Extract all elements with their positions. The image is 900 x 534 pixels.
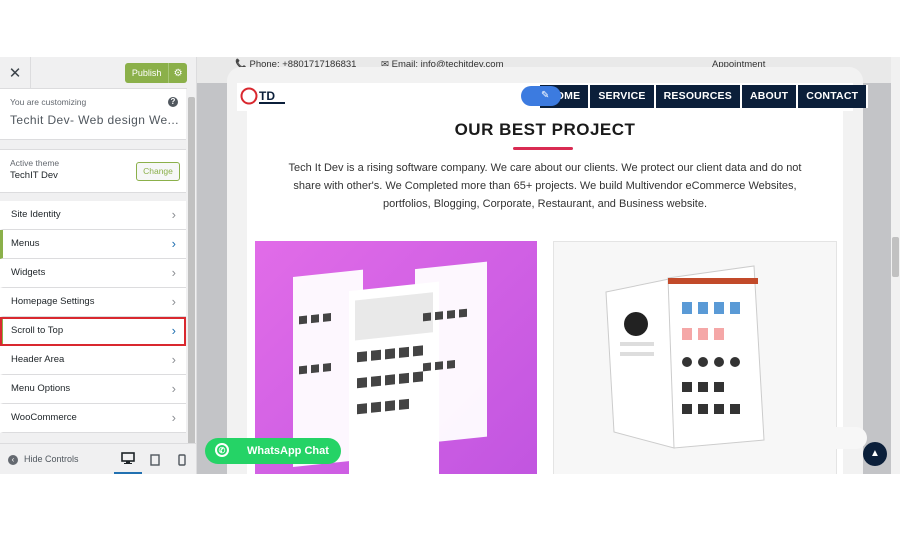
active-theme-label: Active theme xyxy=(10,158,60,168)
site-preview[interactable]: 📞 Phone: +8801717186831 ✉ Email: info@te… xyxy=(197,57,900,474)
chevron-right-icon: › xyxy=(171,352,176,367)
customizing-info: You are customizing ? Techit Dev- Web de… xyxy=(0,89,186,140)
hide-controls-label: Hide Controls xyxy=(24,454,79,464)
sidebar-item-site-identity[interactable]: Site Identity › xyxy=(0,201,186,230)
sidebar-item-label: Menu Options xyxy=(11,383,71,394)
chevron-right-icon: › xyxy=(171,323,176,338)
nav-item-about[interactable]: ABOUT xyxy=(741,85,799,108)
logo-text: TD xyxy=(259,89,275,103)
chevron-right-icon: › xyxy=(171,294,176,309)
site-logo[interactable]: TD xyxy=(240,87,290,105)
chevron-right-icon: › xyxy=(171,381,176,396)
gear-icon[interactable]: ⚙ xyxy=(169,68,187,79)
sidebar-item-label: Homepage Settings xyxy=(11,296,95,307)
sidebar-footer: ‹ Hide Controls xyxy=(0,443,196,474)
heading-underline xyxy=(513,147,573,150)
publish-button[interactable]: Publish ⚙ xyxy=(125,63,187,83)
sidebar-item-label: Header Area xyxy=(11,354,65,365)
sidebar-menu: Site Identity › Menus › Widgets › Homepa… xyxy=(0,201,186,433)
sidebar-item-label: WooCommerce xyxy=(11,412,77,423)
sidebar-item-menu-options[interactable]: Menu Options › xyxy=(0,375,186,404)
sidebar-scrollbar-thumb[interactable] xyxy=(188,97,195,457)
nav-item-service[interactable]: SERVICE xyxy=(590,85,656,108)
section-paragraph: Tech It Dev is a rising software company… xyxy=(288,162,802,210)
sidebar-item-scroll-to-top[interactable]: Scroll to Top › xyxy=(0,317,186,346)
sidebar-item-menus[interactable]: Menus › xyxy=(0,230,186,259)
customizer-window: ✕ Publish ⚙ You are customizing ? Techit… xyxy=(0,57,900,474)
tablet-icon xyxy=(150,453,160,466)
floating-pill xyxy=(821,427,867,449)
main-nav: HOME SERVICE RESOURCES ABOUT CONTACT xyxy=(540,85,869,108)
nav-item-resources[interactable]: RESOURCES xyxy=(655,85,742,108)
sidebar-header: ✕ Publish ⚙ xyxy=(0,57,196,89)
tablet-preview-button[interactable] xyxy=(141,444,169,474)
sidebar-item-widgets[interactable]: Widgets › xyxy=(0,259,186,288)
mobile-icon xyxy=(178,453,186,466)
whatsapp-chat-button[interactable]: ✆ WhatsApp Chat xyxy=(205,438,341,464)
hide-controls-button[interactable]: ‹ Hide Controls xyxy=(8,444,79,474)
mobile-preview-button[interactable] xyxy=(168,444,196,474)
edit-shortcut-button[interactable]: ✎ xyxy=(521,86,561,106)
close-icon[interactable]: ✕ xyxy=(0,57,31,88)
chevron-right-icon: › xyxy=(171,265,176,280)
help-icon[interactable]: ? xyxy=(168,97,178,107)
desktop-preview-button[interactable] xyxy=(114,444,142,474)
sidebar-item-header-area[interactable]: Header Area › xyxy=(0,346,186,375)
sidebar-item-label: Scroll to Top xyxy=(11,325,64,336)
sidebar-item-label: Site Identity xyxy=(11,209,61,220)
chevron-right-icon: › xyxy=(171,236,176,251)
collapse-icon: ‹ xyxy=(8,454,18,465)
chevron-right-icon: › xyxy=(171,207,176,222)
chevron-up-icon: ▲ xyxy=(870,448,880,459)
projects-section: OUR BEST PROJECT Tech It Dev is a rising… xyxy=(247,111,843,474)
chevron-right-icon: › xyxy=(171,410,176,425)
whatsapp-label: WhatsApp Chat xyxy=(247,445,329,457)
project-image-ecommerce[interactable] xyxy=(553,241,837,474)
theme-name: TechIT Dev xyxy=(10,170,58,181)
sidebar-item-label: Widgets xyxy=(11,267,46,278)
customizing-label: You are customizing xyxy=(10,97,87,107)
section-heading: OUR BEST PROJECT xyxy=(454,120,636,139)
sidebar-item-label: Menus xyxy=(11,238,40,249)
desktop-icon xyxy=(121,452,135,464)
whatsapp-icon: ✆ xyxy=(215,443,229,457)
site-title: Techit Dev- Web design We... xyxy=(10,113,179,127)
preview-scrollbar-thumb[interactable] xyxy=(892,237,899,277)
nav-item-contact[interactable]: CONTACT xyxy=(798,85,869,108)
sidebar-item-woocommerce[interactable]: WooCommerce › xyxy=(0,404,186,433)
publish-label: Publish xyxy=(125,63,170,83)
pencil-icon: ✎ xyxy=(541,90,550,101)
sidebar-item-homepage-settings[interactable]: Homepage Settings › xyxy=(0,288,186,317)
customizer-sidebar: ✕ Publish ⚙ You are customizing ? Techit… xyxy=(0,57,197,474)
change-theme-button[interactable]: Change xyxy=(136,162,180,181)
scroll-to-top-button[interactable]: ▲ xyxy=(863,442,887,466)
active-theme-panel: Active theme TechIT Dev Change xyxy=(0,149,186,193)
